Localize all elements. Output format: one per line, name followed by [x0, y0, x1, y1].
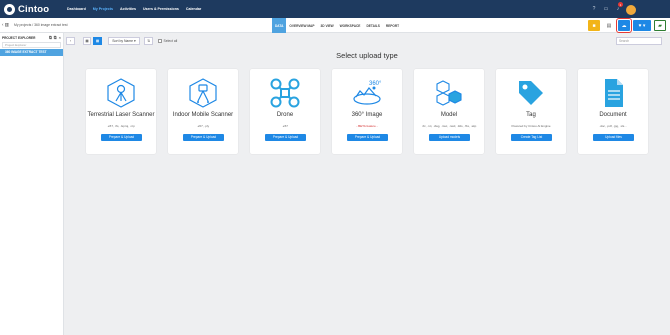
model-icon — [414, 77, 484, 109]
sidebar-item-project[interactable]: 360 IMAGE EXTRACT TEST — [0, 49, 63, 56]
document-icon — [578, 77, 648, 109]
card-terrestrial-laser-scanner: Terrestrial Laser Scanner .e57, .fls, .l… — [86, 69, 156, 154]
nav-calendar[interactable]: Calendar — [186, 7, 201, 11]
tab-details[interactable]: DETAILS — [363, 18, 382, 33]
chat-icon[interactable]: ▭ — [600, 0, 612, 18]
project-bar: ‹ ▥ My projects / 360 image extract test… — [0, 18, 670, 33]
lock-icon[interactable]: ■ — [588, 20, 600, 31]
add-folder-icon[interactable]: ▰ — [654, 20, 666, 31]
sort-dropdown[interactable]: Sort by Name ▾ — [108, 37, 140, 45]
tile-view-icon[interactable]: ▦ — [93, 37, 102, 45]
upload-cloud-icon[interactable]: ☁ — [616, 18, 632, 33]
card-formats: .e57, .ply — [196, 124, 210, 128]
search-input[interactable]: Search — [616, 37, 662, 45]
svg-text:360°: 360° — [369, 81, 382, 87]
create-tag-list-button[interactable]: Create Tag List — [511, 134, 552, 141]
prepare-upload-button[interactable]: Prepare & Upload — [347, 134, 388, 141]
duplicate-icon[interactable]: ⧉ — [54, 35, 57, 40]
help-icon[interactable]: ? — [588, 0, 600, 18]
top-navbar: Cintoo Dashboard My Projects Activities … — [0, 0, 670, 18]
card-document: Document .doc, .pdf, .jpg, .xls... Uploa… — [578, 69, 648, 154]
card-beta-note: - BETA feature - — [356, 124, 378, 128]
tab-overview-map[interactable]: OVERVIEW MAP — [286, 18, 317, 33]
copy-icon[interactable]: ⧉ — [49, 35, 52, 40]
tab-3d-view[interactable]: 3D VIEW — [317, 18, 336, 33]
card-title: Drone — [276, 112, 294, 118]
list-icon[interactable]: ▤ — [603, 20, 615, 31]
collapse-sidebar-icon[interactable]: ‹ ▥ — [2, 22, 9, 28]
card-title: 360° Image — [351, 112, 383, 118]
select-all-label: Select all — [163, 39, 178, 43]
card-tag: Tag Powered by Cintoo AI Engine Create T… — [496, 69, 566, 154]
card-title: Tag — [526, 112, 536, 118]
prepare-upload-button[interactable]: Prepare & Upload — [265, 134, 306, 141]
nav-activities[interactable]: Activities — [120, 7, 136, 11]
drone-icon — [250, 77, 320, 109]
sort-order-icon[interactable]: ⇅ — [144, 37, 153, 45]
sort-label: Sort by Name — [112, 39, 134, 43]
card-title: Model — [440, 112, 458, 118]
card-formats: .doc, .pdf, .jpg, .xls... — [599, 124, 627, 128]
tag-icon — [496, 77, 566, 109]
card-drone: Drone .e57 Prepare & Upload — [250, 69, 320, 154]
sidebar-header: PROJECT EXPLORER ⧉ ⧉ × — [0, 33, 63, 42]
prepare-upload-button[interactable]: Prepare & Upload — [101, 134, 142, 141]
logo-icon — [4, 3, 15, 15]
card-title: Terrestrial Laser Scanner — [87, 112, 155, 118]
laser-scanner-icon — [86, 77, 156, 109]
bell-icon[interactable]: ♪ 1 — [612, 0, 624, 18]
logo[interactable]: Cintoo — [4, 3, 62, 15]
content-toolbar: ‹ ▦ ▦ Sort by Name ▾ ⇅ Select all Search — [66, 37, 666, 46]
avatar[interactable] — [626, 5, 636, 15]
card-indoor-mobile-scanner: Indoor Mobile Scanner .e57, .ply Prepare… — [168, 69, 238, 154]
card-formats: .e57 — [282, 124, 288, 128]
nav-my-projects[interactable]: My Projects — [93, 7, 113, 11]
project-tabs: DATA OVERVIEW MAP 3D VIEW WORKSPACE DETA… — [272, 18, 402, 33]
project-explorer-sidebar: PROJECT EXPLORER ⧉ ⧉ × Project Explorer … — [0, 33, 64, 335]
breadcrumb[interactable]: My projects / 360 image extract test — [14, 23, 68, 27]
project-tools: ■ ▤ ☁ ♥ ▾ ▰ — [585, 18, 666, 33]
prepare-upload-button[interactable]: Prepare & Upload — [183, 134, 224, 141]
main-nav: Dashboard My Projects Activities Users &… — [67, 7, 208, 11]
360-image-icon: 360° — [332, 77, 402, 109]
card-model: Model .ifc, .rvt, .dwg, .nwc, .nwd, .3ds… — [414, 69, 484, 154]
card-title: Document — [599, 112, 627, 118]
tab-report[interactable]: REPORT — [383, 18, 402, 33]
select-all-checkbox[interactable] — [158, 39, 162, 43]
back-icon[interactable]: ‹ — [66, 37, 75, 45]
close-icon[interactable]: × — [59, 35, 61, 40]
upload-files-button[interactable]: Upload files — [593, 134, 634, 141]
nav-dashboard[interactable]: Dashboard — [67, 7, 86, 11]
tab-workspace[interactable]: WORKSPACE — [337, 18, 364, 33]
sidebar-search-input[interactable]: Project Explorer — [2, 42, 61, 48]
upload-models-button[interactable]: Upload models — [429, 134, 470, 141]
grid-view-icon[interactable]: ▦ — [83, 37, 91, 45]
page-heading: Select upload type — [336, 51, 398, 60]
card-formats: .e57, .fls, .lsproj, .rcp — [107, 124, 135, 128]
card-formats: .ifc, .rvt, .dwg, .nwc, .nwd, .3ds, .fbx… — [421, 124, 477, 128]
mobile-scanner-icon — [168, 77, 238, 109]
nav-users-permissions[interactable]: Users & Permissions — [143, 7, 179, 11]
card-title: Indoor Mobile Scanner — [172, 112, 234, 118]
logo-text: Cintoo — [18, 3, 50, 15]
tab-data[interactable]: DATA — [272, 18, 287, 33]
select-all[interactable]: Select all — [158, 39, 177, 43]
card-formats: Powered by Cintoo AI Engine — [511, 124, 551, 128]
notification-badge: 1 — [618, 2, 623, 7]
card-360-image: 360° 360° Image - BETA feature - Prepare… — [332, 69, 402, 154]
sidebar-title: PROJECT EXPLORER — [2, 35, 36, 40]
share-dropdown-icon[interactable]: ♥ ▾ — [633, 20, 651, 31]
